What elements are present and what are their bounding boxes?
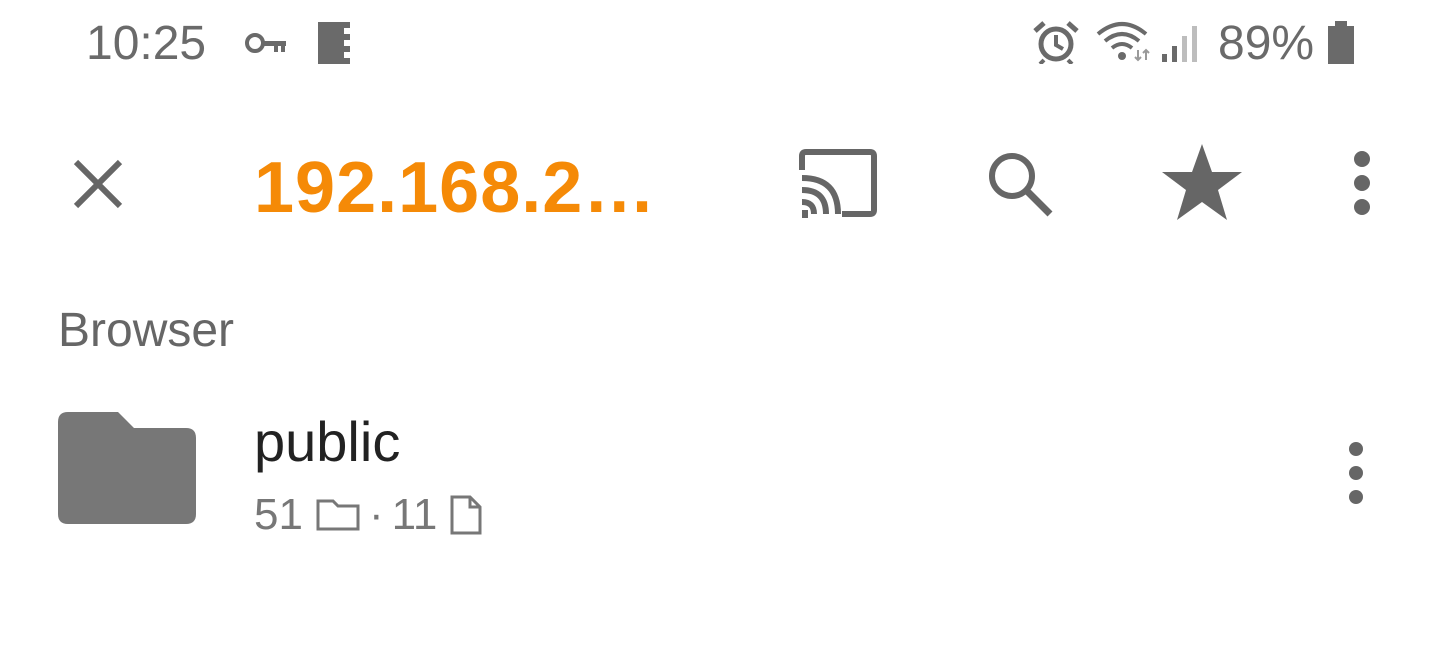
item-name: public xyxy=(254,410,401,473)
cast-icon[interactable] xyxy=(798,148,878,218)
list-item[interactable]: public 51 · 11 xyxy=(0,392,1440,552)
key-icon xyxy=(245,33,286,53)
close-icon[interactable] xyxy=(70,156,126,212)
search-icon[interactable] xyxy=(984,148,1056,220)
battery-icon xyxy=(1328,21,1354,64)
folder-icon xyxy=(58,412,196,524)
file-icon xyxy=(450,495,482,535)
folder-count: 51 xyxy=(254,490,303,539)
alarm-icon xyxy=(1033,21,1079,64)
file-count: 11 xyxy=(391,490,438,539)
star-icon[interactable] xyxy=(1160,142,1244,222)
folder-outline-icon xyxy=(316,499,360,531)
wifi-icon xyxy=(1096,22,1150,62)
item-meta: 51 · 11 xyxy=(254,490,483,540)
status-time: 10:25 xyxy=(86,17,207,70)
toolbar: 192.168.2… xyxy=(0,120,1440,250)
meta-separator: · xyxy=(368,490,384,539)
item-more-icon[interactable] xyxy=(1340,440,1372,506)
section-header: Browser xyxy=(58,304,235,357)
status-bar: 10:25 89% xyxy=(0,0,1440,88)
sd-card-icon xyxy=(318,22,350,64)
more-vert-icon[interactable] xyxy=(1346,150,1378,216)
page-title: 192.168.2… xyxy=(254,148,657,228)
battery-percent: 89% xyxy=(1218,17,1315,70)
signal-icon xyxy=(1162,26,1197,62)
